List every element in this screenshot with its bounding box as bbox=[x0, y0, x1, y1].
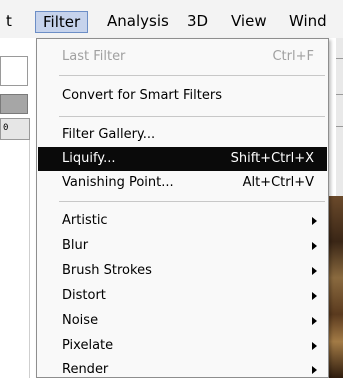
menu-item-label: Blur bbox=[62, 238, 89, 253]
menu-item-vanishing-point[interactable]: Vanishing Point... Alt+Ctrl+V bbox=[38, 171, 327, 195]
menu-item-render[interactable]: Render bbox=[38, 358, 327, 378]
menu-item-label: Brush Strokes bbox=[62, 263, 152, 278]
menu-analysis[interactable]: Analysis bbox=[107, 11, 169, 33]
submenu-arrow-icon bbox=[312, 242, 317, 250]
document-tab[interactable] bbox=[0, 94, 28, 114]
menu-separator bbox=[59, 201, 325, 202]
submenu-arrow-icon bbox=[312, 267, 317, 275]
panel-divider bbox=[336, 126, 343, 127]
menu-edit-partial[interactable]: t bbox=[6, 11, 12, 33]
submenu-arrow-icon bbox=[312, 366, 317, 374]
menu-item-label: Pixelate bbox=[62, 338, 114, 353]
menu-item-label: Render bbox=[62, 362, 109, 377]
menu-item-shortcut: Ctrl+F bbox=[272, 49, 314, 64]
menu-separator bbox=[59, 75, 325, 76]
menu-item-noise[interactable]: Noise bbox=[38, 309, 327, 333]
panel-divider bbox=[336, 94, 343, 95]
menu-item-liquify[interactable]: Liquify... Shift+Ctrl+X bbox=[38, 147, 327, 171]
menu-item-label: Filter Gallery... bbox=[62, 127, 156, 142]
menu-item-pixelate[interactable]: Pixelate bbox=[38, 334, 327, 358]
menu-separator bbox=[59, 116, 325, 117]
menu-item-label: Vanishing Point... bbox=[62, 175, 174, 190]
menu-3d[interactable]: 3D bbox=[187, 11, 208, 33]
menu-item-last-filter: Last Filter Ctrl+F bbox=[38, 45, 327, 69]
submenu-arrow-icon bbox=[312, 217, 317, 225]
menu-item-label: Artistic bbox=[62, 213, 108, 228]
menu-filter[interactable]: Filter bbox=[35, 11, 89, 33]
menu-item-shortcut: Alt+Ctrl+V bbox=[242, 175, 314, 190]
ruler-mark: 0 bbox=[3, 123, 9, 133]
panel-divider bbox=[336, 58, 343, 59]
menu-view[interactable]: View bbox=[231, 11, 267, 33]
menu-item-convert-smart-filters[interactable]: Convert for Smart Filters bbox=[38, 84, 327, 108]
filter-dropdown-menu: Last Filter Ctrl+F Convert for Smart Fil… bbox=[36, 38, 329, 378]
menu-item-label: Liquify... bbox=[62, 151, 116, 166]
menu-item-label: Distort bbox=[62, 288, 106, 303]
menu-item-label: Convert for Smart Filters bbox=[62, 88, 222, 103]
menu-window-partial[interactable]: Wind bbox=[289, 11, 327, 33]
options-field[interactable] bbox=[0, 56, 28, 86]
menu-item-blur[interactable]: Blur bbox=[38, 234, 327, 258]
menu-item-label: Last Filter bbox=[62, 49, 126, 64]
menu-item-artistic[interactable]: Artistic bbox=[38, 209, 327, 233]
menu-item-shortcut: Shift+Ctrl+X bbox=[230, 151, 314, 166]
ruler: 0 bbox=[0, 118, 30, 140]
menu-bar: t Filter Analysis 3D View Wind bbox=[0, 0, 343, 38]
menu-item-distort[interactable]: Distort bbox=[38, 284, 327, 308]
menu-item-filter-gallery[interactable]: Filter Gallery... bbox=[38, 123, 327, 147]
submenu-arrow-icon bbox=[312, 342, 317, 350]
menu-item-label: Noise bbox=[62, 313, 99, 328]
submenu-arrow-icon bbox=[312, 292, 317, 300]
menu-item-brush-strokes[interactable]: Brush Strokes bbox=[38, 259, 327, 283]
submenu-arrow-icon bbox=[312, 317, 317, 325]
image-canvas-photo bbox=[329, 196, 343, 378]
canvas-area bbox=[0, 140, 30, 378]
